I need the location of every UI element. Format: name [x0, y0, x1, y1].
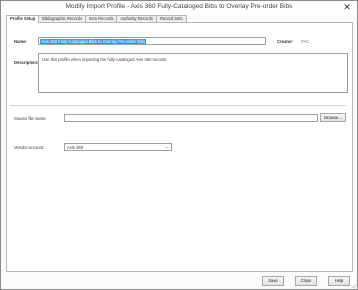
browse-button[interactable]: Browse...	[320, 113, 346, 122]
tab-authority-records[interactable]: Authority Records	[116, 15, 157, 22]
tab-profile-setup[interactable]: Profile Setup	[6, 15, 40, 23]
tab-bibliographic-records[interactable]: Bibliographic Records	[38, 15, 87, 22]
title-bar: Modify Import Profile - Axis 360 Fully-C…	[1, 1, 357, 15]
chevron-down-icon[interactable]: ⌄	[164, 144, 170, 150]
tab-strip: Profile Setup Bibliographic Records Item…	[6, 15, 187, 23]
name-label: Name:	[14, 39, 27, 44]
vendor-account-value: Axis 360	[67, 145, 84, 150]
help-button[interactable]: Help	[328, 276, 350, 286]
section-divider	[10, 105, 346, 106]
window-title: Modify Import Profile - Axis 360 Fully-C…	[65, 3, 293, 10]
creator-value: PAC	[301, 39, 310, 44]
close-button[interactable]: Close	[295, 276, 317, 286]
resize-grip-icon[interactable]	[351, 283, 356, 288]
source-file-field[interactable]	[64, 114, 318, 122]
name-field-value: Axis 360 Fully-Cataloged Bibs to Overlay…	[40, 39, 147, 44]
description-field-value: Use this profile when importing the full…	[42, 57, 167, 62]
name-field[interactable]: Axis 360 Fully-Cataloged Bibs to Overlay…	[38, 37, 266, 45]
description-field[interactable]: Use this profile when importing the full…	[38, 53, 348, 93]
creator-label: Creator:	[277, 39, 294, 44]
tab-record-sets[interactable]: Record Sets	[155, 15, 187, 22]
vendor-account-select[interactable]: Axis 360 ⌄	[64, 143, 172, 151]
vendor-account-label: Vendor account:	[14, 145, 45, 150]
import-profile-window: Modify Import Profile - Axis 360 Fully-C…	[0, 0, 358, 290]
source-file-label: Source file name:	[14, 116, 47, 121]
description-label: Description:	[14, 60, 39, 65]
close-icon[interactable]: ✕	[342, 3, 352, 12]
tab-item-records[interactable]: Item Records	[85, 15, 118, 22]
save-button[interactable]: Save	[262, 276, 284, 286]
